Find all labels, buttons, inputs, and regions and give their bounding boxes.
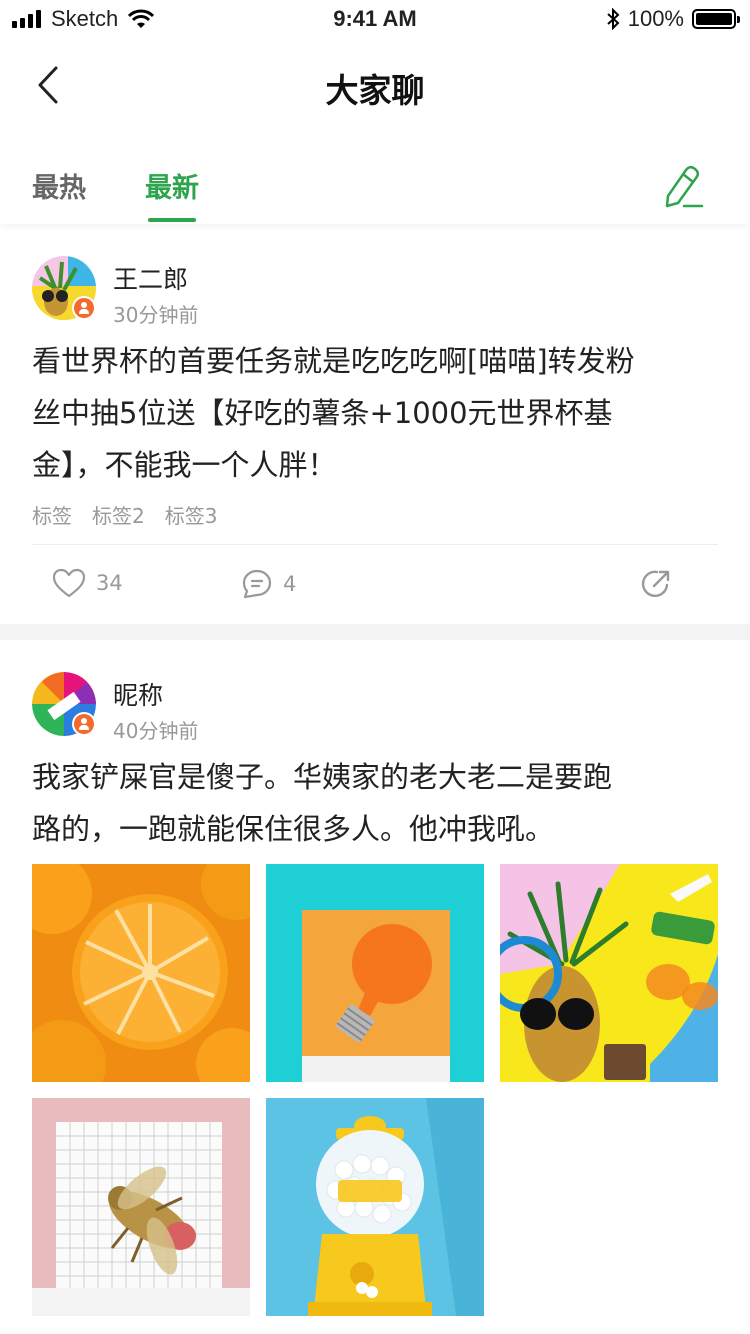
photo-orange-slices[interactable]: [32, 864, 250, 1082]
photo-pineapple[interactable]: [500, 864, 718, 1082]
page-title: 大家聊: [325, 71, 425, 110]
post-text-line: 金】，不能我一个人胖！: [32, 448, 337, 482]
comment-count: 4: [283, 572, 297, 596]
edit-icon[interactable]: [662, 162, 704, 208]
heart-icon: [52, 568, 86, 598]
tag[interactable]: 标签: [32, 500, 72, 529]
photo-bee-brooch[interactable]: [32, 1098, 250, 1316]
post-text-line: 路的，一跑就能保住很多人。他冲我吼。: [32, 812, 555, 846]
tab-active-indicator: [148, 218, 196, 222]
tab-latest[interactable]: 最新: [145, 166, 199, 205]
post-time: 40分钟前: [113, 719, 199, 743]
like-button[interactable]: 34: [52, 568, 123, 598]
author-name[interactable]: 昵称: [113, 676, 163, 712]
post-text-line: 看世界杯的首要任务就是吃吃吃啊[喵喵]转发粉: [32, 344, 635, 378]
battery-percent: 100%: [627, 6, 684, 31]
divider: [32, 544, 718, 545]
post-text-line: 我家铲屎官是傻子。华姨家的老大老二是要跑: [32, 760, 613, 794]
nav-bar: 大家聊: [0, 40, 750, 132]
post-card[interactable]: 王二郎 30分钟前 看世界杯的首要任务就是吃吃吃啊[喵喵]转发粉 丝中抽5位送【…: [0, 224, 750, 624]
post-text-line: 丝中抽5位送【好吃的薯条+1000元世界杯基: [32, 396, 613, 430]
comment-icon: [242, 569, 272, 599]
bluetooth-icon: [607, 8, 620, 30]
post-card[interactable]: 昵称 40分钟前 我家铲屎官是傻子。华姨家的老大老二是要跑 路的，一跑就能保住很…: [0, 640, 750, 1334]
tab-hot[interactable]: 最热: [32, 166, 86, 205]
user-badge-icon: [72, 712, 96, 736]
photo-lightbulb[interactable]: [266, 864, 484, 1082]
post-text: 看世界杯的首要任务就是吃吃吃啊[喵喵]转发粉 丝中抽5位送【好吃的薯条+1000…: [32, 335, 722, 491]
like-count: 34: [96, 571, 123, 595]
tag[interactable]: 标签3: [165, 500, 218, 529]
post-text: 我家铲屎官是傻子。华姨家的老大老二是要跑 路的，一跑就能保住很多人。他冲我吼。: [32, 751, 722, 855]
comment-button[interactable]: 4: [241, 568, 296, 600]
status-right: 100%: [606, 6, 740, 32]
tab-bar: 最热 最新: [0, 132, 750, 224]
photo-candy-machine[interactable]: [266, 1098, 484, 1316]
tag-list: 标签 标签2 标签3: [32, 500, 217, 529]
status-bar: Sketch 9:41 AM 100%: [0, 0, 750, 40]
share-icon[interactable]: [640, 568, 672, 600]
post-time: 30分钟前: [113, 303, 199, 327]
author-name[interactable]: 王二郎: [113, 260, 188, 296]
user-badge-icon: [72, 296, 96, 320]
post-separator: [0, 624, 750, 640]
tag[interactable]: 标签2: [92, 500, 145, 529]
battery-icon: [692, 9, 740, 29]
